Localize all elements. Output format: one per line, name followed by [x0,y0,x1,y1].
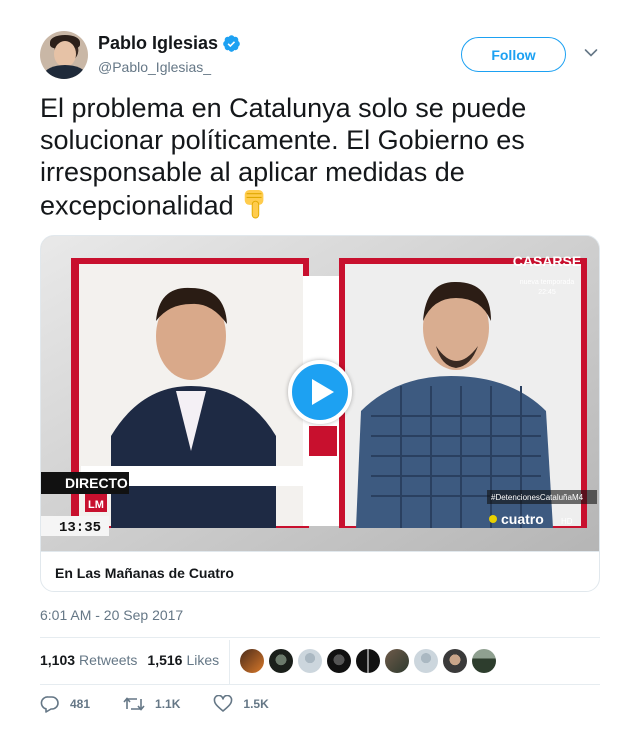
tweet-timestamp[interactable]: 6:01 AM - 20 Sep 2017 [40,607,183,623]
liker-avatar[interactable] [298,649,322,673]
retweet-icon [123,697,145,711]
play-button[interactable] [288,360,352,424]
avatar[interactable] [40,31,88,79]
like-count: 1.5K [243,697,269,711]
stats-separator [229,640,230,684]
likes-label: Likes [186,652,220,668]
play-icon [312,379,334,405]
retweets-stat[interactable]: 1,103 Retweets [40,652,137,668]
author-name[interactable]: Pablo Iglesias [98,33,241,54]
avatar-body [44,65,86,79]
video-overlay-logo: LM [88,499,104,511]
divider-top [40,637,600,638]
likes-count: 1,516 [147,652,183,668]
media-card[interactable]: CASARSE nueva temporada 22:45 DIRECTO LM… [40,235,600,592]
author-display-name[interactable]: Pablo Iglesias [98,33,218,54]
pointing-down-emoji [241,188,269,227]
tweet-actions: 481 1.1K 1.5K [40,695,302,713]
liker-avatar[interactable] [269,649,293,673]
like-button[interactable]: 1.5K [213,695,269,713]
tweet-text-body: El problema en Catalunya solo se puede s… [40,93,527,221]
chevron-down-icon[interactable] [584,48,598,58]
liker-avatar[interactable] [356,649,380,673]
liker-avatar[interactable] [327,649,351,673]
card-footer[interactable]: En Las Mañanas de Cuatro [41,551,599,591]
author-handle[interactable]: @Pablo_Iglesias_ [98,59,211,75]
retweets-label: Retweets [79,652,138,668]
reply-icon [40,696,59,713]
video-overlay-channel-suffix: HD [561,517,573,526]
liker-avatar[interactable] [385,649,409,673]
card-title[interactable]: En Las Mañanas de Cuatro [55,565,234,581]
follow-button[interactable]: Follow [461,37,566,72]
video-overlay-time: 13:35 [59,520,101,536]
video-overlay-promo-sub: nueva temporada [520,279,575,286]
reply-button[interactable]: 481 [40,695,90,713]
likes-stat[interactable]: 1,516 Likes [147,652,219,668]
video-overlay-promo: CASARSE [513,253,581,269]
avatar-face [54,41,76,67]
liker-avatar[interactable] [414,649,438,673]
verified-badge-icon [223,35,240,52]
tweet-stats: 1,103 Retweets 1,516 Likes [40,652,219,668]
liker-avatar[interactable] [443,649,467,673]
tweet: Pablo Iglesias @Pablo_Iglesias_ Follow E… [0,0,640,746]
retweets-count: 1,103 [40,652,76,668]
retweet-count: 1.1K [155,697,181,711]
liker-avatar[interactable] [240,649,264,673]
video-overlay-directo: DIRECTO [65,475,128,491]
reply-count: 481 [70,697,91,711]
divider-bottom [40,684,600,685]
video-thumbnail[interactable]: CASARSE nueva temporada 22:45 DIRECTO LM… [41,236,599,551]
liker-avatars [240,649,496,673]
video-overlay-channel: cuatro [501,511,544,527]
tweet-text: El problema en Catalunya solo se puede s… [40,92,600,227]
video-overlay-hashtag: #DetencionesCataluñaM4 [491,493,584,502]
heart-icon [214,695,233,712]
video-overlay-promo-time: 22:45 [538,289,556,296]
pointing-down-icon [244,190,264,219]
liker-avatar[interactable] [472,649,496,673]
retweet-button[interactable]: 1.1K [123,695,180,713]
